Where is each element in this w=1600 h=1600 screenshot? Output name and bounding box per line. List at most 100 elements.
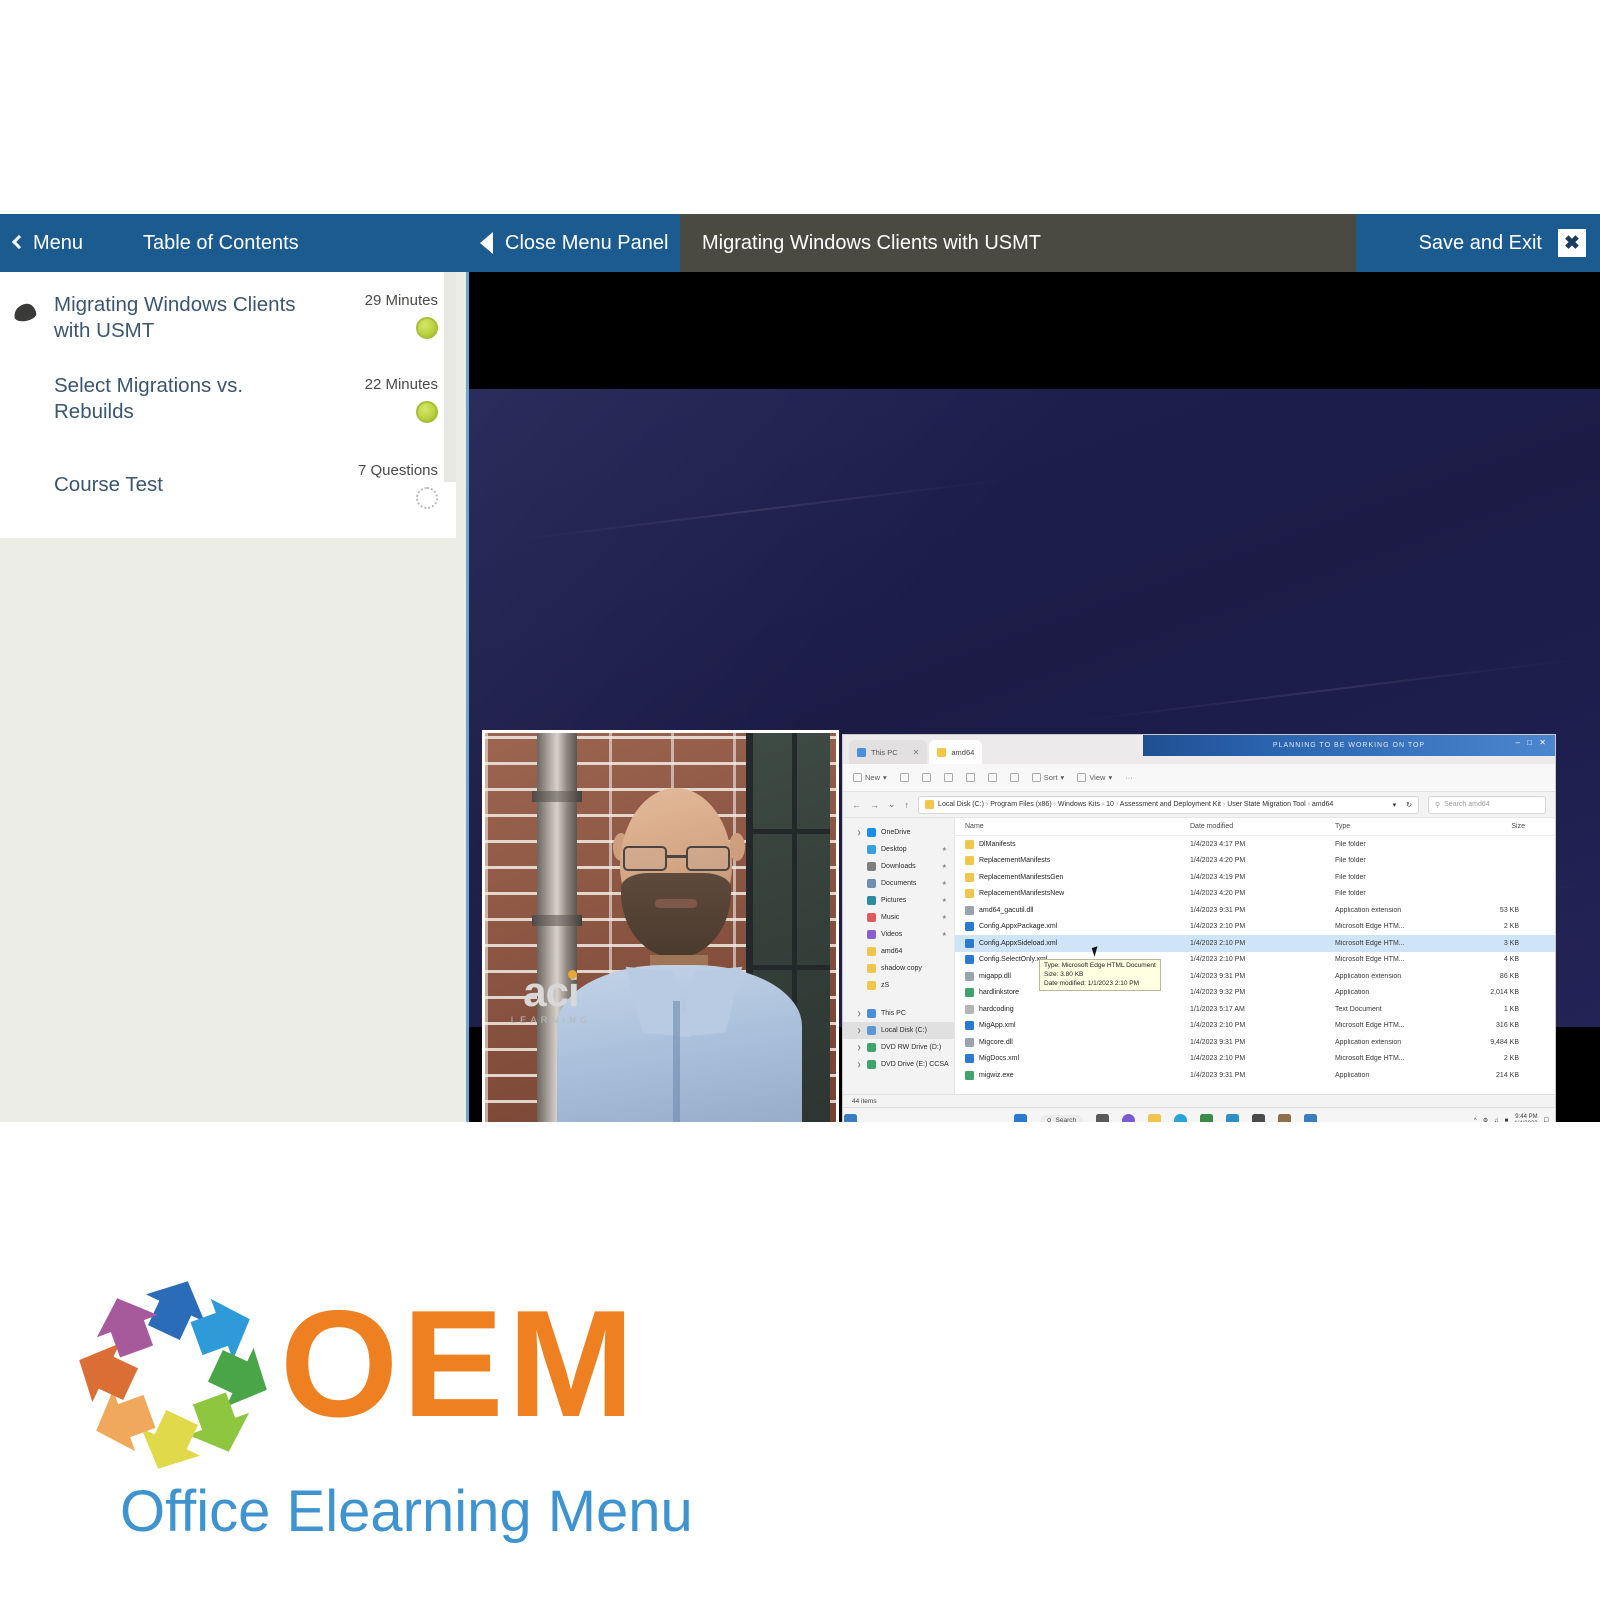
close-window-icon[interactable]: ✕ bbox=[1539, 738, 1547, 747]
battery-icon[interactable]: ■ bbox=[1505, 1118, 1509, 1123]
nav-item-4[interactable]: Pictures ★ bbox=[843, 892, 954, 909]
table-row[interactable]: ReplacementManifests 1/4/2023 4:20 PM File… bbox=[955, 853, 1555, 870]
nav-item-5[interactable]: Music ★ bbox=[843, 909, 954, 926]
table-row[interactable]: ReplacementManifestsGen 1/4/2023 4:19 PM F… bbox=[955, 869, 1555, 886]
nav-item-10[interactable]: ❯ This PC bbox=[843, 1005, 954, 1022]
terminal-icon[interactable] bbox=[1252, 1114, 1266, 1122]
breadcrumb-segment[interactable]: User State Migration Tool bbox=[1227, 801, 1305, 808]
refresh-icon[interactable]: ↻ bbox=[1406, 801, 1412, 809]
up-icon[interactable]: ↑ bbox=[905, 800, 910, 810]
copilot-icon[interactable] bbox=[1122, 1114, 1136, 1122]
column-size[interactable]: Size bbox=[1455, 823, 1525, 830]
store-icon[interactable] bbox=[1200, 1114, 1214, 1122]
table-row[interactable]: MigDocs.xml 1/4/2023 2:10 PM Microsoft Edg… bbox=[955, 1051, 1555, 1068]
table-row[interactable]: Config.AppxPackage.xml 1/4/2023 2:10 PM Mi… bbox=[955, 919, 1555, 936]
explorer-tab-1[interactable]: amd64 bbox=[929, 740, 983, 764]
background-window-titlebar[interactable]: PLANNING TO BE WORKING ON TOP – □ ✕ bbox=[1143, 735, 1555, 756]
explorer-tab-0[interactable]: This PC ✕ bbox=[849, 740, 928, 764]
tab-active-lesson[interactable]: Migrating Windows Clients with USMT bbox=[680, 214, 1356, 272]
share-button[interactable] bbox=[987, 773, 997, 782]
nav-item-12[interactable]: ❯ DVD RW Drive (D:) bbox=[843, 1039, 954, 1056]
recent-locations-icon[interactable]: ⌄ bbox=[888, 799, 896, 810]
table-row[interactable]: migwiz.exe 1/4/2023 9:31 PM Application 214… bbox=[955, 1067, 1555, 1084]
widgets-icon[interactable] bbox=[843, 1114, 857, 1122]
breadcrumb-segment[interactable]: amd64 bbox=[1312, 801, 1333, 808]
nav-item-7[interactable]: amd64 bbox=[843, 943, 954, 960]
close-icon[interactable]: ✖ bbox=[1558, 229, 1586, 257]
nav-item-0[interactable]: ❯ OneDrive bbox=[843, 824, 954, 841]
chevron-right-icon[interactable]: ❯ bbox=[857, 1045, 862, 1051]
nav-item-2[interactable]: Downloads ★ bbox=[843, 858, 954, 875]
nav-item-11[interactable]: ❯ Local Disk (C:) bbox=[843, 1022, 954, 1039]
notifications-icon[interactable]: ☐ bbox=[1544, 1117, 1549, 1122]
explorer-file-list[interactable]: Name Date modified Type Size DlManifests… bbox=[955, 818, 1555, 1094]
forward-icon[interactable]: → bbox=[870, 800, 879, 810]
pin-icon[interactable]: ★ bbox=[942, 931, 947, 938]
table-row[interactable]: DlManifests 1/4/2023 4:17 PM File folder bbox=[955, 836, 1555, 853]
table-row[interactable]: Migcore.dll 1/4/2023 9:31 PM Application e… bbox=[955, 1034, 1555, 1051]
chevron-right-icon[interactable]: ❯ bbox=[857, 1028, 862, 1034]
maximize-icon[interactable]: □ bbox=[1527, 738, 1533, 747]
breadcrumb-segment[interactable]: Program Files (x86) bbox=[990, 801, 1051, 808]
pin-icon[interactable]: ★ bbox=[942, 863, 947, 870]
close-menu-panel-button[interactable]: Close Menu Panel bbox=[480, 214, 668, 272]
back-icon[interactable]: ← bbox=[852, 800, 861, 810]
network-icon[interactable]: ⚙ bbox=[1483, 1117, 1488, 1122]
pin-icon[interactable]: ★ bbox=[942, 846, 947, 853]
toc-scrollbar[interactable] bbox=[444, 272, 456, 482]
pin-icon[interactable]: ★ bbox=[942, 880, 947, 887]
rename-button[interactable] bbox=[965, 773, 975, 782]
save-and-exit-group[interactable]: Save and Exit ✖ bbox=[1419, 214, 1600, 272]
paste-button[interactable] bbox=[943, 773, 953, 782]
table-row[interactable]: amd64_gacutil.dll 1/4/2023 9:31 PM Applica… bbox=[955, 902, 1555, 919]
file-explorer-window[interactable]: This PC ✕ amd64 PLANNING TO BE WORKING O… bbox=[842, 734, 1556, 1122]
sort-button[interactable]: Sort ▾ bbox=[1031, 773, 1064, 782]
edge-icon[interactable] bbox=[1174, 1114, 1188, 1122]
word-icon[interactable] bbox=[1226, 1114, 1240, 1122]
table-row[interactable]: ReplacementManifestsNew 1/4/2023 4:20 PM F… bbox=[955, 886, 1555, 903]
menu-button[interactable]: Menu bbox=[0, 214, 83, 272]
breadcrumb-segment[interactable]: 10 bbox=[1106, 801, 1114, 808]
breadcrumb-segment[interactable]: Local Disk (C:) bbox=[938, 801, 984, 808]
toc-item-2[interactable]: Course Test 7 Questions bbox=[0, 442, 456, 528]
toc-item-0[interactable]: Migrating Windows Clients with USMT 29 M… bbox=[0, 280, 456, 356]
view-button[interactable]: View ▾ bbox=[1077, 773, 1112, 782]
chevron-down-icon[interactable]: ▾ bbox=[1393, 801, 1397, 809]
nav-item-13[interactable]: ❯ DVD Drive (E:) CCSA bbox=[843, 1056, 954, 1073]
chevron-right-icon[interactable]: ❯ bbox=[857, 1062, 862, 1068]
breadcrumb-segment[interactable]: Windows Kits bbox=[1058, 801, 1100, 808]
video-stage[interactable]: This PC ✕ amd64 PLANNING TO BE WORKING O… bbox=[466, 272, 1600, 1122]
search-input[interactable]: ⚲ Search amd64 bbox=[1428, 795, 1546, 814]
chevron-right-icon[interactable]: ❯ bbox=[857, 1011, 862, 1017]
show-hidden-icons[interactable]: ^ bbox=[1474, 1118, 1477, 1123]
cut-button[interactable] bbox=[899, 773, 909, 782]
explorer-navigation-pane[interactable]: ❯ OneDrive Desktop ★ Downloads ★ Documents ★ Pic… bbox=[843, 818, 955, 1094]
table-row[interactable]: MigApp.xml 1/4/2023 2:10 PM Microsoft Edge… bbox=[955, 1018, 1555, 1035]
taskbar-search-button[interactable]: ⚲ Search bbox=[1039, 1114, 1084, 1122]
toc-item-1[interactable]: Select Migrations vs. Rebuilds 22 Minute… bbox=[0, 356, 456, 442]
breadcrumb-segment[interactable]: Assessment and Deployment Kit bbox=[1120, 801, 1221, 808]
teams-icon[interactable] bbox=[1304, 1114, 1318, 1122]
start-icon[interactable] bbox=[1013, 1114, 1027, 1122]
new-button[interactable]: New ▾ bbox=[853, 773, 887, 782]
settings-icon[interactable] bbox=[1278, 1114, 1292, 1122]
volume-icon[interactable]: ♫ bbox=[1494, 1118, 1499, 1123]
column-date-modified[interactable]: Date modified bbox=[1190, 823, 1335, 830]
breadcrumb[interactable]: Local Disk (C:) › Program Files (x86) › … bbox=[918, 795, 1419, 814]
column-type[interactable]: Type bbox=[1335, 823, 1455, 830]
nav-item-9[interactable]: zS bbox=[843, 977, 954, 994]
task-view-icon[interactable] bbox=[1096, 1114, 1110, 1122]
nav-item-6[interactable]: Videos ★ bbox=[843, 926, 954, 943]
pin-icon[interactable]: ★ bbox=[942, 914, 947, 921]
more-options-button[interactable]: ··· bbox=[1125, 773, 1133, 782]
table-row[interactable]: Config.AppxSideload.xml 1/4/2023 2:10 PM M… bbox=[955, 935, 1555, 952]
column-name[interactable]: Name bbox=[965, 823, 1190, 830]
nav-item-3[interactable]: Documents ★ bbox=[843, 875, 954, 892]
tab-close-icon[interactable]: ✕ bbox=[913, 748, 920, 757]
taskbar-clock[interactable]: 9:44 PM 1/4/2023 bbox=[1514, 1114, 1537, 1122]
file-explorer-icon[interactable] bbox=[1148, 1114, 1162, 1122]
pin-icon[interactable]: ★ bbox=[942, 897, 947, 904]
nav-item-8[interactable]: shadow copy bbox=[843, 960, 954, 977]
copy-button[interactable] bbox=[921, 773, 931, 782]
delete-button[interactable] bbox=[1009, 773, 1019, 782]
